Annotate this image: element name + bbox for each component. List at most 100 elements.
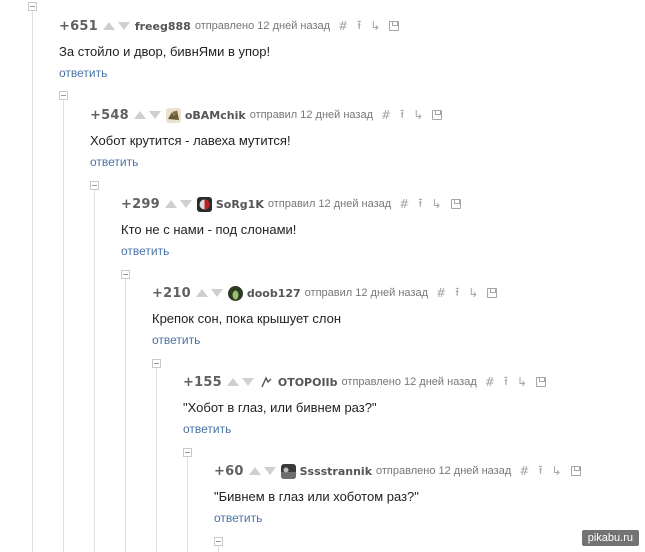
comment-header: +60 Sssstrannik отправлено 12 дней назад… bbox=[214, 463, 581, 479]
comment-header: +299 SoRg1K отправил 12 дней назад # ⭱ ↳ bbox=[121, 196, 461, 212]
comment-author[interactable]: Sssstrannik bbox=[300, 465, 372, 478]
save-icon[interactable] bbox=[570, 466, 581, 476]
reply-link[interactable]: ответить bbox=[90, 155, 138, 169]
comment-text: Крепок сон, пока крышует слон bbox=[152, 311, 342, 326]
permalink-icon[interactable]: # bbox=[519, 464, 529, 478]
vote-up-icon[interactable] bbox=[226, 378, 239, 386]
vote-controls bbox=[226, 378, 254, 386]
branch-icon[interactable]: ↳ bbox=[552, 464, 562, 478]
comment-text: Хобот крутится - лавеха мутится! bbox=[90, 133, 291, 148]
comment-tools: # ⭱ ↳ bbox=[381, 105, 443, 126]
collapse-toggle[interactable] bbox=[214, 537, 223, 546]
collapse-toggle[interactable] bbox=[152, 359, 161, 368]
save-icon[interactable] bbox=[536, 377, 547, 387]
comment-rating: +651 bbox=[59, 18, 98, 34]
comment-rating: +548 bbox=[90, 107, 129, 123]
thread-line bbox=[187, 453, 188, 552]
vote-down-icon[interactable] bbox=[148, 111, 161, 119]
vote-up-icon[interactable] bbox=[248, 467, 261, 475]
vote-down-icon[interactable] bbox=[210, 289, 223, 297]
comment-timestamp: отправлено 12 дней назад bbox=[194, 20, 331, 32]
vote-down-icon[interactable] bbox=[179, 200, 192, 208]
avatar[interactable] bbox=[165, 107, 181, 123]
avatar[interactable] bbox=[196, 196, 212, 212]
reply-link[interactable]: ответить bbox=[183, 422, 231, 436]
comment-header: +210 doob127 отправил 12 дней назад # ⭱ … bbox=[152, 283, 498, 304]
parent-icon[interactable]: ⭱ bbox=[455, 283, 459, 304]
comment-header: +651 freeg888 отправлено 12 дней назад #… bbox=[59, 16, 400, 37]
reply-link[interactable]: ответить bbox=[59, 66, 107, 80]
vote-controls bbox=[164, 200, 192, 208]
avatar[interactable] bbox=[280, 463, 296, 479]
comment-rating: +210 bbox=[152, 285, 191, 301]
collapse-toggle[interactable] bbox=[90, 181, 99, 190]
permalink-icon[interactable]: # bbox=[399, 197, 409, 211]
comment-timestamp: отправил 12 дней назад bbox=[304, 287, 428, 299]
comment-rating: +299 bbox=[121, 196, 160, 212]
save-icon[interactable] bbox=[450, 199, 461, 209]
comment-text: Кто не с нами - под слонами! bbox=[121, 222, 297, 237]
reply-link[interactable]: ответить bbox=[214, 511, 262, 525]
comment-author[interactable]: oBAMchik bbox=[185, 109, 246, 122]
comment-tools: # ⭱ ↳ bbox=[436, 283, 498, 304]
collapse-toggle[interactable] bbox=[59, 91, 68, 100]
comment-timestamp: отправлено 12 дней назад bbox=[376, 465, 512, 477]
collapse-toggle[interactable] bbox=[121, 270, 130, 279]
vote-down-icon[interactable] bbox=[263, 467, 276, 475]
thread-line bbox=[32, 6, 33, 552]
comment-header: +548 oBAMchik отправил 12 дней назад # ⭱… bbox=[90, 105, 443, 126]
permalink-icon[interactable]: # bbox=[381, 108, 391, 122]
comment-timestamp: отправил 12 дней назад bbox=[249, 109, 374, 121]
parent-icon[interactable]: ⭱ bbox=[418, 194, 422, 215]
parent-icon[interactable]: ⭱ bbox=[400, 105, 404, 126]
vote-down-icon[interactable] bbox=[241, 378, 254, 386]
parent-icon[interactable]: ⭱ bbox=[504, 372, 508, 393]
site-watermark: pikabu.ru bbox=[581, 530, 639, 546]
vote-controls bbox=[102, 22, 130, 30]
thread-line bbox=[156, 364, 157, 552]
save-icon[interactable] bbox=[389, 21, 400, 31]
comment-tools: # ⭱ ↳ bbox=[399, 194, 461, 215]
collapse-toggle[interactable] bbox=[183, 448, 192, 457]
vote-down-icon[interactable] bbox=[117, 22, 130, 30]
comment-rating: +60 bbox=[214, 463, 244, 479]
comment-author[interactable]: OTOPOIIb bbox=[278, 376, 338, 389]
comment-author[interactable]: freeg888 bbox=[135, 20, 191, 33]
save-icon[interactable] bbox=[432, 110, 443, 120]
parent-icon[interactable]: ⭱ bbox=[357, 16, 361, 37]
save-icon[interactable] bbox=[487, 288, 498, 298]
branch-icon[interactable]: ↳ bbox=[370, 19, 380, 33]
vote-up-icon[interactable] bbox=[164, 200, 177, 208]
branch-icon[interactable]: ↳ bbox=[413, 108, 423, 122]
thread-line bbox=[94, 186, 95, 552]
vote-controls bbox=[195, 289, 223, 297]
permalink-icon[interactable]: # bbox=[436, 286, 446, 300]
avatar[interactable] bbox=[227, 285, 243, 301]
comment-rating: +155 bbox=[183, 374, 222, 390]
collapse-toggle[interactable] bbox=[28, 2, 37, 11]
comment-text: "Бивнем в глаз или хоботом раз?" bbox=[214, 489, 419, 504]
comment-header: +155 OTOPOIIb отправлено 12 дней назад #… bbox=[183, 372, 547, 393]
reply-link[interactable]: ответить bbox=[121, 244, 169, 258]
comment-text: За стойло и двор, бивнЯми в упор! bbox=[59, 44, 271, 59]
permalink-icon[interactable]: # bbox=[338, 19, 348, 33]
comment-author[interactable]: doob127 bbox=[247, 287, 301, 300]
thread-line bbox=[63, 96, 64, 552]
avatar[interactable] bbox=[258, 374, 274, 390]
branch-icon[interactable]: ↳ bbox=[517, 375, 527, 389]
vote-up-icon[interactable] bbox=[133, 111, 146, 119]
reply-link[interactable]: ответить bbox=[152, 333, 200, 347]
vote-up-icon[interactable] bbox=[195, 289, 208, 297]
permalink-icon[interactable]: # bbox=[485, 375, 495, 389]
comment-tools: # ⭱ ↳ bbox=[338, 16, 400, 37]
vote-controls bbox=[133, 111, 161, 119]
comment-tools: # ⭱ ↳ bbox=[519, 461, 581, 482]
vote-controls bbox=[248, 467, 276, 475]
comment-author[interactable]: SoRg1K bbox=[216, 198, 264, 211]
comment-text: "Хобот в глаз, или бивнем раз?" bbox=[183, 400, 377, 415]
vote-up-icon[interactable] bbox=[102, 22, 115, 30]
parent-icon[interactable]: ⭱ bbox=[538, 461, 542, 482]
branch-icon[interactable]: ↳ bbox=[468, 286, 478, 300]
branch-icon[interactable]: ↳ bbox=[431, 197, 441, 211]
comment-timestamp: отправил 12 дней назад bbox=[267, 198, 392, 210]
